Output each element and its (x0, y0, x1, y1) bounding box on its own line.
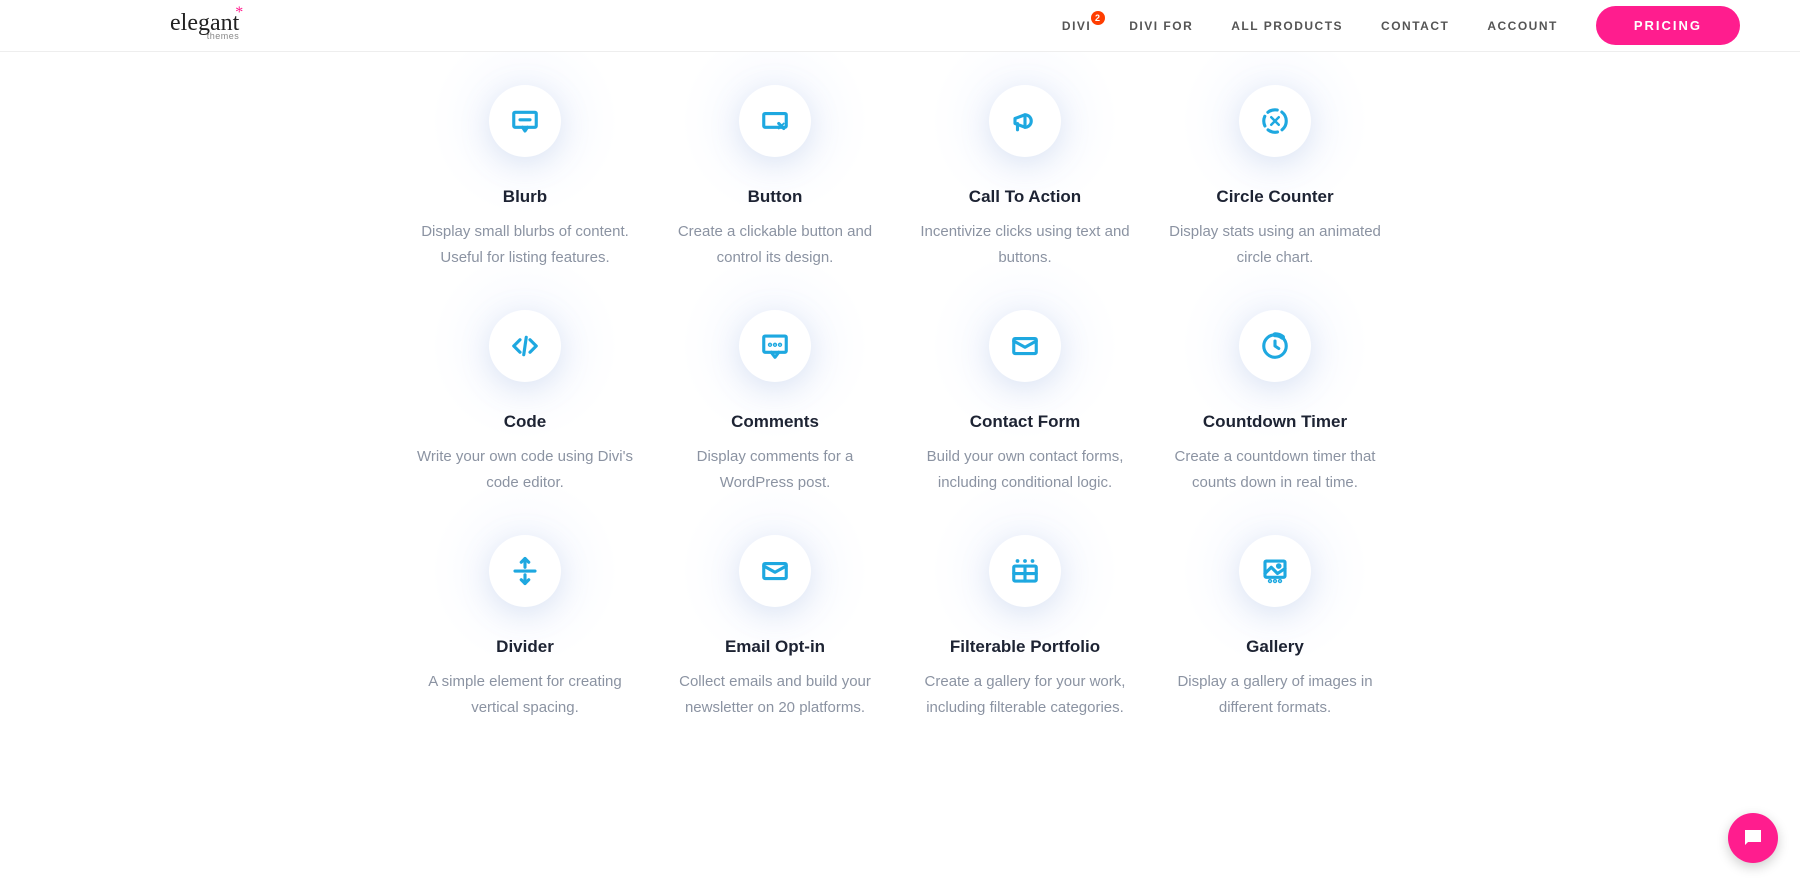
chat-widget[interactable] (1728, 813, 1778, 863)
module-card-button[interactable]: Button Create a clickable button and cont… (650, 85, 900, 270)
module-card-code[interactable]: Code Write your own code using Divi's cod… (400, 310, 650, 495)
cta-icon (989, 85, 1061, 157)
email-icon (739, 535, 811, 607)
code-icon (489, 310, 561, 382)
module-card-gallery[interactable]: Gallery Display a gallery of images in di… (1150, 535, 1400, 720)
module-card-blurb[interactable]: Blurb Display small blurbs of content. Us… (400, 85, 650, 270)
module-desc: Display comments for a WordPress post. (665, 444, 885, 495)
module-title: Email Opt-in (725, 637, 825, 657)
module-title: Code (504, 412, 547, 432)
module-title: Circle Counter (1216, 187, 1333, 207)
countdown-icon (1239, 310, 1311, 382)
module-desc: Display stats using an animated circle c… (1165, 219, 1385, 270)
module-title: Countdown Timer (1203, 412, 1347, 432)
logo[interactable]: elegant* themes (170, 11, 239, 41)
gallery-icon (1239, 535, 1311, 607)
modules-section: Blurb Display small blurbs of content. Us… (0, 0, 1800, 720)
module-card-cta[interactable]: Call To Action Incentivize clicks using t… (900, 85, 1150, 270)
module-desc: Display small blurbs of content. Useful … (415, 219, 635, 270)
module-card-email[interactable]: Email Opt-in Collect emails and build you… (650, 535, 900, 720)
nav-divi[interactable]: DIVI 2 (1062, 19, 1091, 33)
module-title: Filterable Portfolio (950, 637, 1100, 657)
module-card-circle-counter[interactable]: Circle Counter Display stats using an ani… (1150, 85, 1400, 270)
header: elegant* themes DIVI 2 DIVI FOR ALL PROD… (0, 0, 1800, 52)
module-title: Gallery (1246, 637, 1304, 657)
module-card-countdown[interactable]: Countdown Timer Create a countdown timer … (1150, 310, 1400, 495)
module-title: Comments (731, 412, 819, 432)
nav-badge: 2 (1091, 11, 1105, 25)
module-card-contact[interactable]: Contact Form Build your own contact forms… (900, 310, 1150, 495)
module-desc: Build your own contact forms, including … (915, 444, 1135, 495)
module-title: Divider (496, 637, 554, 657)
module-desc: Collect emails and build your newsletter… (665, 669, 885, 720)
module-card-portfolio[interactable]: Filterable Portfolio Create a gallery for… (900, 535, 1150, 720)
comments-icon (739, 310, 811, 382)
nav-all-products[interactable]: ALL PRODUCTS (1231, 19, 1343, 33)
module-desc: Write your own code using Divi's code ed… (415, 444, 635, 495)
module-title: Blurb (503, 187, 547, 207)
blurb-icon (489, 85, 561, 157)
logo-text: elegant* (170, 11, 239, 35)
module-title: Call To Action (969, 187, 1081, 207)
module-desc: Incentivize clicks using text and button… (915, 219, 1135, 270)
module-desc: Create a countdown timer that counts dow… (1165, 444, 1385, 495)
main-nav: DIVI 2 DIVI FOR ALL PRODUCTS CONTACT ACC… (1062, 6, 1740, 45)
module-desc: Create a clickable button and control it… (665, 219, 885, 270)
button-icon (739, 85, 811, 157)
portfolio-icon (989, 535, 1061, 607)
module-card-comments[interactable]: Comments Display comments for a WordPress… (650, 310, 900, 495)
nav-divi-for[interactable]: DIVI FOR (1129, 19, 1193, 33)
module-desc: Create a gallery for your work, includin… (915, 669, 1135, 720)
chat-icon (1741, 826, 1765, 850)
nav-account[interactable]: ACCOUNT (1487, 19, 1558, 33)
contact-icon (989, 310, 1061, 382)
module-title: Button (748, 187, 803, 207)
module-card-divider[interactable]: Divider A simple element for creating ver… (400, 535, 650, 720)
module-desc: A simple element for creating vertical s… (415, 669, 635, 720)
module-desc: Display a gallery of images in different… (1165, 669, 1385, 720)
nav-contact[interactable]: CONTACT (1381, 19, 1449, 33)
pricing-button[interactable]: PRICING (1596, 6, 1740, 45)
circle-counter-icon (1239, 85, 1311, 157)
divider-icon (489, 535, 561, 607)
module-title: Contact Form (970, 412, 1081, 432)
